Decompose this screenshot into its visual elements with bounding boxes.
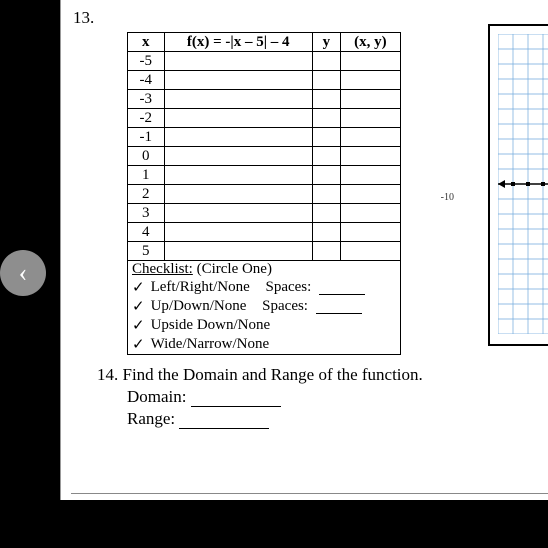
check-icon: ✓ [132, 335, 145, 354]
table-row: 2 [128, 185, 401, 204]
function-table: x f(x) = -|x – 5| – 4 y (x, y) -5 -4 -3 … [127, 32, 401, 355]
spaces-label: Spaces: [265, 279, 311, 296]
coordinate-grid-panel [488, 24, 548, 346]
page-divider [71, 493, 548, 494]
cell-x: 2 [128, 185, 165, 204]
problem-14-prompt: Find the Domain and Range of the functio… [123, 365, 423, 384]
table-row: 3 [128, 204, 401, 223]
cell-x: -1 [128, 128, 165, 147]
check-icon: ✓ [132, 278, 145, 297]
table-row: 4 [128, 223, 401, 242]
cell-x: 3 [128, 204, 165, 223]
header-xy: (x, y) [340, 33, 400, 52]
cell-x: -5 [128, 52, 165, 71]
table-header-row: x f(x) = -|x – 5| – 4 y (x, y) [128, 33, 401, 52]
header-fx: f(x) = -|x – 5| – 4 [164, 33, 312, 52]
worksheet-page: 13. x f(x) = -|x – 5| – 4 y (x, y) -5 -4… [60, 0, 548, 500]
cell-x: 0 [128, 147, 165, 166]
table-row: -3 [128, 90, 401, 109]
checklist-item: ✓ Upside Down/None [132, 316, 396, 335]
blank-line [191, 393, 281, 407]
checklist-title: Checklist: [132, 261, 193, 277]
back-button[interactable]: ‹ [0, 250, 46, 296]
table-row: -2 [128, 109, 401, 128]
checklist-row: Checklist: (Circle One) ✓ Left/Right/Non… [128, 261, 401, 355]
blank-line [316, 300, 362, 314]
domain-line: Domain: [127, 387, 548, 407]
check-icon: ✓ [132, 316, 145, 335]
checklist-cell: Checklist: (Circle One) ✓ Left/Right/Non… [128, 261, 401, 355]
cell-x: 4 [128, 223, 165, 242]
table-row: -1 [128, 128, 401, 147]
checklist-text: Left/Right/None [151, 279, 250, 296]
table-row: 1 [128, 166, 401, 185]
table-row: 0 [128, 147, 401, 166]
blank-line [179, 415, 269, 429]
problem-14-number: 14. [97, 365, 118, 384]
cell-x: 1 [128, 166, 165, 185]
table-row: 5 [128, 242, 401, 261]
problem-14: 14. Find the Domain and Range of the fun… [97, 365, 548, 429]
table-row: -4 [128, 71, 401, 90]
checklist-item: ✓ Left/Right/None Spaces: [132, 278, 396, 297]
cell-x: -3 [128, 90, 165, 109]
cell-x: -2 [128, 109, 165, 128]
checklist-text: Upside Down/None [151, 317, 271, 334]
domain-label: Domain: [127, 387, 187, 406]
checklist-hint: (Circle One) [197, 261, 272, 277]
cell-x: 5 [128, 242, 165, 261]
axis-tick-label: -10 [441, 192, 454, 203]
checklist-item: ✓ Up/Down/None Spaces: [132, 297, 396, 316]
checklist-text: Wide/Narrow/None [151, 336, 270, 353]
header-y: y [312, 33, 340, 52]
header-x: x [128, 33, 165, 52]
chevron-left-icon: ‹ [19, 258, 28, 288]
problem-13-number: 13. [73, 8, 548, 28]
coordinate-grid-icon [498, 34, 548, 334]
checklist-item: ✓ Wide/Narrow/None [132, 335, 396, 354]
range-label: Range: [127, 409, 175, 428]
range-line: Range: [127, 409, 548, 429]
table-row: -5 [128, 52, 401, 71]
blank-line [319, 281, 365, 295]
check-icon: ✓ [132, 297, 145, 316]
spaces-label: Spaces: [262, 298, 308, 315]
cell-x: -4 [128, 71, 165, 90]
checklist-text: Up/Down/None [151, 298, 247, 315]
